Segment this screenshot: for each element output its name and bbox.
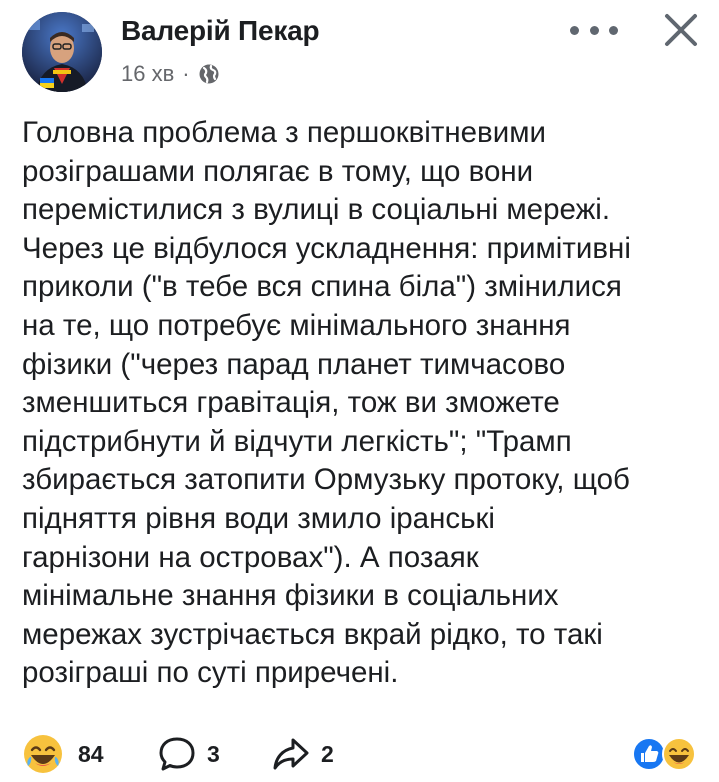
post-text: Головна проблема з першоквітневими розіг…	[22, 116, 631, 690]
meta-separator: ·	[182, 61, 190, 86]
globe-icon	[198, 63, 220, 85]
post-footer: 84 3 2	[0, 728, 719, 778]
comment-icon	[159, 737, 195, 771]
post-meta: 16 хв ·	[121, 60, 220, 88]
comments-button[interactable]: 3	[157, 734, 220, 774]
share-icon	[273, 738, 309, 770]
more-options-button[interactable]	[570, 18, 618, 42]
laughing-emoji-icon	[662, 737, 696, 771]
close-button[interactable]	[659, 8, 703, 52]
share-button[interactable]: 2	[271, 734, 334, 774]
reactions-button[interactable]: 84	[22, 734, 104, 774]
comments-count: 3	[207, 740, 220, 767]
facebook-post: Валерій Пекар 16 хв · Головна проблема з…	[0, 0, 719, 782]
author-name[interactable]: Валерій Пекар	[121, 15, 320, 47]
reaction-summary[interactable]	[631, 734, 701, 774]
more-dot	[609, 25, 618, 35]
shares-count: 2	[321, 740, 334, 767]
laughing-emoji-icon	[24, 735, 62, 773]
more-dot	[589, 25, 599, 35]
reactions-count: 84	[78, 740, 104, 767]
post-time[interactable]: 16 хв	[121, 61, 174, 87]
close-icon	[665, 14, 697, 46]
more-horizontal-icon	[570, 25, 579, 35]
like-icon	[632, 737, 666, 771]
author-avatar[interactable]	[22, 12, 102, 92]
